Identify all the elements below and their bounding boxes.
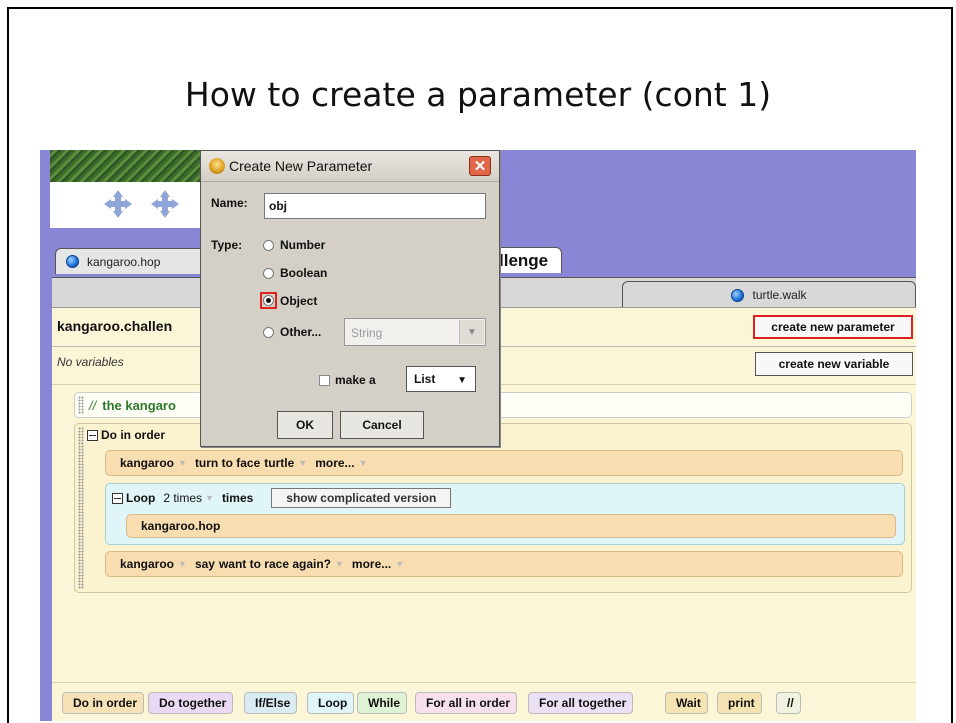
more-dropdown[interactable]: more... [315,456,354,470]
parameter-name-input[interactable]: obj [264,193,486,219]
argument-dropdown[interactable]: turtle [264,456,294,470]
drag-grip-icon[interactable] [78,396,84,414]
type-radio-boolean[interactable]: Boolean [263,266,327,280]
collapse-icon[interactable] [112,492,123,504]
dialog-title: Create New Parameter [229,158,373,174]
statement-kangaroo-hop[interactable]: kangaroo.hop [126,514,896,538]
make-a-checkbox[interactable] [319,375,330,386]
list-type-dropdown[interactable]: List ▼ [406,366,476,392]
method-dot-icon [66,255,79,268]
control-for-all-together[interactable]: For all together [528,692,634,714]
do-in-order-header: Do in order [87,428,165,442]
create-new-parameter-dialog: Create New Parameter ✕ Name: obj Type: N… [200,150,500,447]
control-wait[interactable]: Wait [665,692,708,714]
create-new-variable-button[interactable]: create new variable [755,352,913,376]
close-icon[interactable]: ✕ [469,156,491,176]
control-palette: Do in order Do together If/Else Loop Whi… [52,682,916,721]
dropdown-arrow-icon[interactable]: ▼ [178,458,187,468]
dropdown-arrow-icon[interactable]: ▼ [359,458,368,468]
do-in-order-block[interactable]: Do in order kangaroo ▼ turn to face turtl… [74,423,912,593]
method-label: say [194,557,215,571]
drag-grip-icon[interactable] [78,427,84,589]
radio-button[interactable] [263,326,274,338]
control-comment[interactable]: // [776,692,801,714]
control-print[interactable]: print [717,692,762,714]
tab-turtle-walk[interactable]: turtle.walk [622,281,916,308]
type-label: Type: [211,238,243,252]
chevron-down-icon: ▼ [457,375,467,386]
cancel-button[interactable]: Cancel [340,411,424,439]
dropdown-arrow-icon[interactable]: ▼ [298,458,307,468]
loop-block[interactable]: Loop 2 times ▼ times show complicated ver… [105,483,905,545]
statement-say[interactable]: kangaroo ▼ say want to race again? ▼ more.… [105,551,903,577]
control-for-all-in-order[interactable]: For all in order [415,692,518,714]
create-new-parameter-button[interactable]: create new parameter [753,315,913,339]
show-complicated-version-button[interactable]: show complicated version [271,488,452,508]
type-radio-number[interactable]: Number [263,238,325,252]
object-dropdown[interactable]: kangaroo [120,557,174,571]
comment-text: //the kangaro [89,398,176,413]
control-while[interactable]: While [357,692,407,714]
radio-button[interactable] [263,267,274,279]
collapse-icon[interactable] [87,429,98,441]
method-dot-icon [731,288,745,302]
more-dropdown[interactable]: more... [352,557,391,571]
method-name: kangaroo.challen [57,318,173,334]
dropdown-arrow-icon[interactable]: ▼ [205,493,214,503]
radio-button-selected[interactable] [263,295,274,306]
slide-title: How to create a parameter (cont 1) [184,75,772,114]
type-radio-object[interactable]: Object [260,292,317,309]
control-if-else[interactable]: If/Else [244,692,298,714]
dropdown-arrow-icon[interactable]: ▼ [178,559,187,569]
method-label: turn to face [194,456,261,470]
tab-kangaroo-hop[interactable]: kangaroo.hop [55,248,220,274]
chevron-down-icon[interactable]: ▼ [459,320,484,344]
turn-arrows-icon[interactable] [145,190,185,218]
other-type-dropdown[interactable]: String ▼ [344,318,486,346]
loop-header: Loop 2 times ▼ times show complicated ver… [112,488,452,508]
dialog-titlebar[interactable]: Create New Parameter ✕ [201,151,499,182]
scene-preview [50,150,200,182]
move-arrows-icon[interactable] [98,190,138,218]
camera-controls [50,182,200,228]
statement-turn-to-face[interactable]: kangaroo ▼ turn to face turtle ▼ more... ▼ [105,450,903,476]
dropdown-arrow-icon[interactable]: ▼ [395,559,404,569]
ok-button[interactable]: OK [277,411,333,439]
tab-label: turtle.walk [752,288,807,302]
loop-count-dropdown[interactable]: 2 times [163,491,202,505]
control-do-together[interactable]: Do together [148,692,234,714]
highlight-box [260,292,277,309]
alice-app-icon [209,158,225,174]
argument-dropdown[interactable]: want to race again? [219,557,331,571]
object-dropdown[interactable]: kangaroo [120,456,174,470]
name-label: Name: [211,196,248,210]
control-do-in-order[interactable]: Do in order [62,692,145,714]
control-loop[interactable]: Loop [307,692,355,714]
make-a-label: make a [335,373,376,387]
tab-label: kangaroo.hop [87,254,161,269]
tab-label: llenge [499,250,549,270]
type-radio-other[interactable]: Other... [263,325,321,339]
dropdown-arrow-icon[interactable]: ▼ [335,559,344,569]
no-variables-label: No variables [57,355,124,369]
radio-button[interactable] [263,239,274,251]
